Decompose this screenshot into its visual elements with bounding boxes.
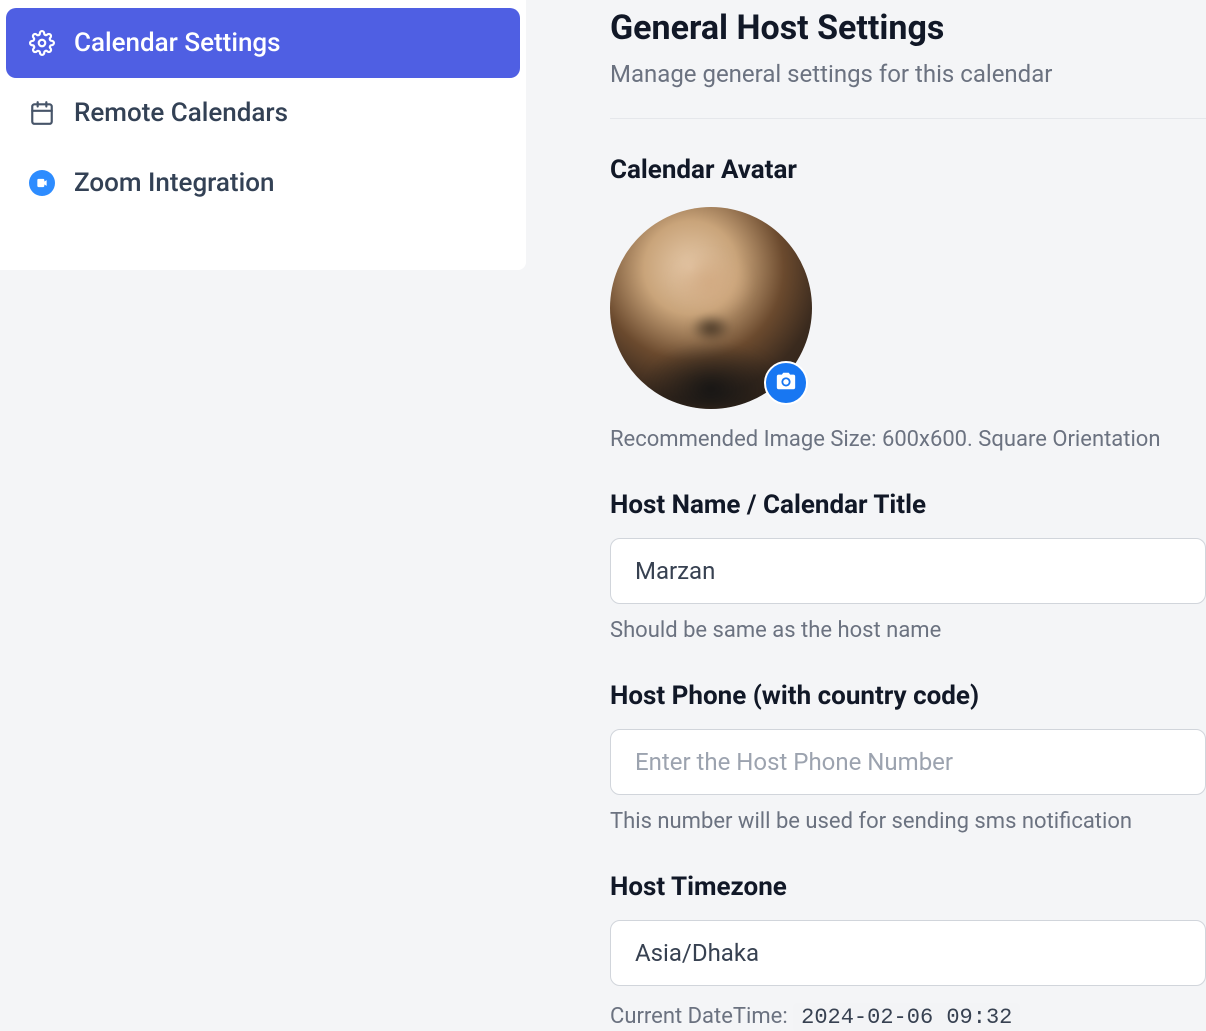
avatar-section: Calendar Avatar Recommended Image Size: …: [610, 155, 1206, 452]
sidebar-item-calendar-settings[interactable]: Calendar Settings: [6, 8, 520, 78]
current-datetime-value: 2024-02-06 09:32: [793, 1003, 1020, 1031]
host-timezone-value: Asia/Dhaka: [635, 939, 759, 967]
host-name-input[interactable]: [610, 538, 1206, 604]
avatar-label: Calendar Avatar: [610, 155, 1206, 185]
zoom-icon: [28, 169, 56, 197]
settings-sidebar: Calendar Settings Remote Calendars Zoom …: [0, 0, 526, 270]
calendar-icon: [28, 99, 56, 127]
sidebar-item-label: Zoom Integration: [74, 168, 274, 198]
avatar-help-text: Recommended Image Size: 600x600. Square …: [610, 427, 1206, 452]
sidebar-item-label: Remote Calendars: [74, 98, 288, 128]
sidebar-item-label: Calendar Settings: [74, 28, 281, 58]
current-datetime-line: Current DateTime: 2024-02-06 09:32: [610, 1004, 1206, 1030]
camera-icon: [775, 370, 797, 396]
current-datetime-label: Current DateTime:: [610, 1004, 793, 1029]
main-content: General Host Settings Manage general set…: [526, 0, 1206, 1012]
host-name-group: Host Name / Calendar Title Should be sam…: [610, 490, 1206, 643]
page-title: General Host Settings: [610, 8, 1206, 48]
host-phone-group: Host Phone (with country code) This numb…: [610, 681, 1206, 834]
host-timezone-group: Host Timezone Asia/Dhaka Current DateTim…: [610, 872, 1206, 1030]
sidebar-item-zoom-integration[interactable]: Zoom Integration: [6, 148, 520, 218]
host-phone-input[interactable]: [610, 729, 1206, 795]
gear-icon: [28, 29, 56, 57]
sidebar-item-remote-calendars[interactable]: Remote Calendars: [6, 78, 520, 148]
divider: [610, 118, 1206, 119]
host-phone-help: This number will be used for sending sms…: [610, 809, 1206, 834]
host-name-label: Host Name / Calendar Title: [610, 490, 1206, 520]
change-avatar-button[interactable]: [764, 361, 808, 405]
host-timezone-label: Host Timezone: [610, 872, 1206, 902]
host-timezone-select[interactable]: Asia/Dhaka: [610, 920, 1206, 986]
host-name-help: Should be same as the host name: [610, 618, 1206, 643]
avatar-wrapper: [610, 207, 812, 409]
host-phone-label: Host Phone (with country code): [610, 681, 1206, 711]
page-subtitle: Manage general settings for this calenda…: [610, 60, 1206, 88]
